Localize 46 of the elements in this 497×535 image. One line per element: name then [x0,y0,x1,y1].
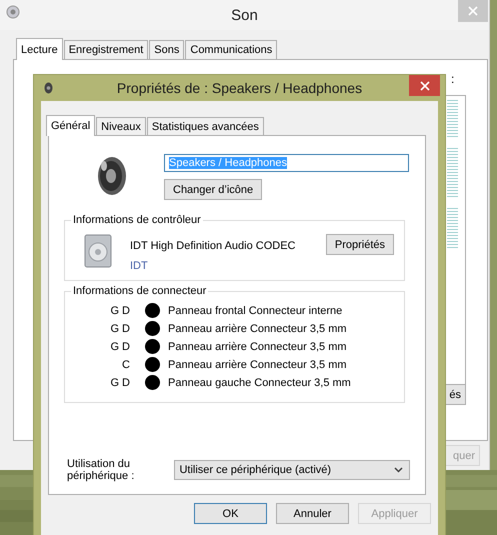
jack-icon [145,321,160,336]
instruction-text: : [451,72,454,86]
volume-meter [447,100,458,138]
tab[interactable]: Statistiques avancées [146,117,264,135]
tab[interactable]: Général [46,115,96,136]
connector-label: Panneau arrière Connecteur 3,5 mm [168,322,348,334]
group-heading: Informations de contrôleur [72,214,202,226]
channel-label: C [121,358,130,370]
connector-label: Panneau frontal Connecteur interne [168,304,344,316]
tab[interactable]: Sons [149,40,184,59]
speaker-icon [6,5,20,19]
channel-label: G D [109,304,130,316]
volume-meter [447,208,458,248]
close-icon [420,80,430,90]
controller-name: IDT High Definition Audio CODEC [130,239,296,252]
speaker-icon [96,156,128,196]
jack-icon [145,357,160,372]
tab[interactable]: Niveaux [96,117,146,135]
speaker-icon [44,82,53,94]
window-title: Son [231,6,258,24]
dialog-title: Propriétés de : Speakers / Headphones [116,80,362,96]
chevron-icon [394,467,403,473]
usage-dropdown[interactable]: Utiliser ce périphérique (activé) [174,460,410,480]
group-heading: Informations de connecteur [72,285,208,297]
device-icon [84,234,114,270]
channel-label: G D [109,376,130,388]
jack-icon [145,375,160,390]
change-icon-button[interactable]: Changer d’icône [164,179,262,200]
properties-button[interactable]: Propriétés [326,234,394,255]
channel-label: G D [109,340,130,352]
tab[interactable]: Lecture [16,38,63,60]
connector-label: Panneau arrière Connecteur 3,5 mm [168,340,348,352]
volume-meter [447,148,458,198]
tab[interactable]: Enregistrement [64,40,148,59]
vendor-name: IDT [130,259,149,272]
connector-label: Panneau arrière Connecteur 3,5 mm [168,358,348,370]
jack-icon [145,339,160,354]
button[interactable]: Annuler [276,503,349,524]
tab[interactable]: Communications [185,40,278,59]
jack-icon [145,303,160,318]
button[interactable]: OK [194,503,267,524]
close-icon [468,6,478,16]
connector-label: Panneau gauche Connecteur 3,5 mm [168,376,352,388]
usage-label: Utilisation du périphérique : [67,458,136,482]
channel-label: G D [109,322,130,334]
close-button[interactable] [409,75,440,96]
